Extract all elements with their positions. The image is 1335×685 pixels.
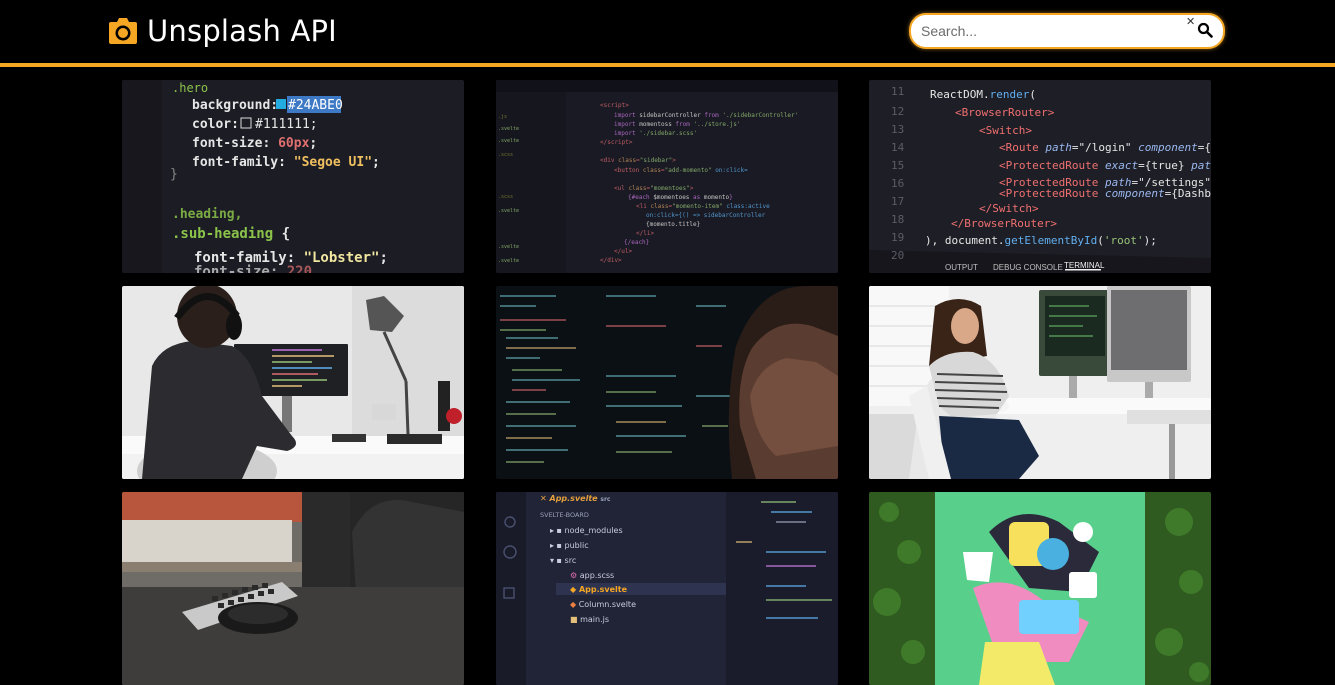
gallery-image-woman-at-monitors[interactable] bbox=[869, 286, 1211, 479]
svg-text:ReactDOM.render(: ReactDOM.render( bbox=[930, 88, 1036, 101]
gallery-image-svelte-explorer[interactable]: ✕ App.svelte src SVELTE-BOARD ▸ ▪ node_m… bbox=[496, 492, 838, 685]
svg-text:DEBUG CONSOLE: DEBUG CONSOLE bbox=[993, 263, 1063, 272]
camera-icon bbox=[109, 18, 137, 44]
svg-text:12: 12 bbox=[891, 105, 904, 118]
svg-text:◆ Column.svelte: ◆ Column.svelte bbox=[570, 600, 636, 609]
search-icon[interactable] bbox=[1197, 22, 1213, 38]
svg-text:14: 14 bbox=[891, 141, 905, 154]
svg-text:15: 15 bbox=[891, 159, 904, 172]
svg-text:#24ABE0: #24ABE0 bbox=[288, 98, 343, 113]
svg-text:<Route path="/login" component: <Route path="/login" component={Login} bbox=[999, 141, 1211, 154]
svg-text:.heading,: .heading, bbox=[172, 207, 242, 222]
svg-text:background:: background: bbox=[192, 98, 278, 113]
svg-text:color:: color: bbox=[192, 117, 239, 132]
svg-text:▸ ▪ public: ▸ ▪ public bbox=[550, 541, 589, 550]
search-input[interactable] bbox=[921, 19, 1176, 43]
svg-text:▾ ▪ src: ▾ ▪ src bbox=[550, 556, 576, 565]
svg-text:✕ App.svelte src: ✕ App.svelte src bbox=[540, 494, 611, 503]
svg-text:<ProtectedRoute component={Das: <ProtectedRoute component={Dashboard} /> bbox=[999, 187, 1211, 200]
svg-text:</BrowserRouter>: </BrowserRouter> bbox=[951, 217, 1057, 230]
gallery-image-book-on-grass[interactable] bbox=[869, 492, 1211, 685]
svg-text:TERMINAL: TERMINAL bbox=[1064, 261, 1105, 270]
navbar: Unsplash API ✕ bbox=[0, 0, 1335, 67]
gallery-image-css-code[interactable]: .hero background: #24ABE0 color: #111111… bbox=[122, 80, 464, 273]
svg-text:font-family: "Segoe UI";: font-family: "Segoe UI"; bbox=[192, 155, 380, 170]
svg-text:◆ App.svelte: ◆ App.svelte bbox=[570, 585, 628, 594]
close-icon[interactable]: ✕ bbox=[1186, 16, 1195, 28]
svg-text:<BrowserRouter>: <BrowserRouter> bbox=[955, 106, 1055, 119]
svg-text:11: 11 bbox=[891, 85, 904, 98]
svg-text:18: 18 bbox=[891, 213, 904, 226]
brand[interactable]: Unsplash API bbox=[108, 13, 337, 49]
gallery-image-person-code-screen[interactable] bbox=[496, 286, 838, 479]
search-box: ✕ bbox=[909, 13, 1225, 49]
code-line: .hero bbox=[172, 81, 208, 95]
svg-text:}: } bbox=[170, 167, 178, 182]
svg-text:), document.getElementById('ro: ), document.getElementById('root'); bbox=[925, 234, 1157, 247]
svg-text:17: 17 bbox=[891, 195, 904, 208]
svg-text:■ main.js: ■ main.js bbox=[570, 615, 609, 624]
gallery-image-react-code[interactable]: 11 12 13 14 15 16 17 18 19 20 ReactDOM.render(… bbox=[869, 80, 1211, 273]
svg-text:<ProtectedRoute exact={true} p: <ProtectedRoute exact={true} path="/" bbox=[999, 159, 1211, 172]
svg-text:SVELTE-BOARD: SVELTE-BOARD bbox=[540, 511, 589, 519]
gallery-image-keyboard-desk[interactable] bbox=[122, 492, 464, 685]
gallery-image-svelte-code[interactable]: <script> import sidebarController from '… bbox=[496, 80, 838, 273]
svg-text:font-size: 220: font-size: 220 bbox=[194, 264, 312, 273]
svg-text:#111111;: #111111; bbox=[255, 117, 318, 132]
brand-title: Unsplash API bbox=[147, 14, 337, 48]
svg-text:.sub-heading {: .sub-heading { bbox=[172, 226, 290, 242]
svg-text:13: 13 bbox=[891, 123, 904, 136]
svg-text:⚙ app.scss: ⚙ app.scss bbox=[570, 571, 614, 580]
svg-text:20: 20 bbox=[891, 249, 904, 262]
svg-text:</Switch>: </Switch> bbox=[979, 202, 1039, 215]
svg-text:▸ ▪ node_modules: ▸ ▪ node_modules bbox=[550, 526, 623, 535]
svg-text:<Switch>: <Switch> bbox=[979, 124, 1032, 137]
svg-text:16: 16 bbox=[891, 177, 904, 190]
svg-text:OUTPUT: OUTPUT bbox=[945, 263, 978, 272]
svg-text:19: 19 bbox=[891, 231, 904, 244]
svg-text:font-size: 60px;: font-size: 60px; bbox=[192, 136, 317, 151]
gallery-image-man-at-desk[interactable] bbox=[122, 286, 464, 479]
